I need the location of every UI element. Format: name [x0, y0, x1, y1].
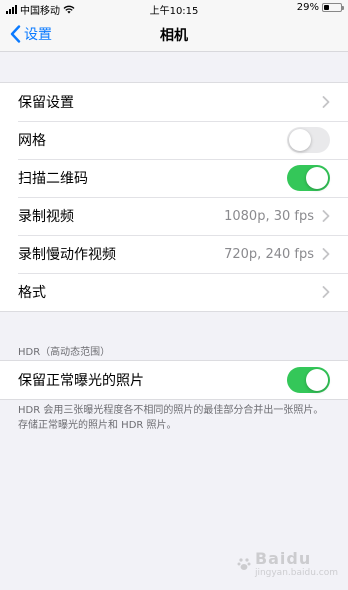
- row-label: 网格: [18, 133, 46, 149]
- row-record-slomo[interactable]: 录制慢动作视频 720p, 240 fps: [0, 235, 348, 273]
- row-label: 录制慢动作视频: [18, 247, 116, 263]
- chevron-right-icon: [322, 96, 330, 108]
- record-slomo-value: 720p, 240 fps: [224, 246, 314, 262]
- status-bar: 中国移动 上午10:15 29%: [0, 0, 348, 17]
- chevron-right-icon: [322, 286, 330, 298]
- row-label: 保留设置: [18, 95, 74, 111]
- watermark: Baidu jingyan.baidu.com: [237, 549, 338, 578]
- row-keep-normal-photo: 保留正常曝光的照片: [0, 361, 348, 399]
- hdr-group: 保留正常曝光的照片: [0, 360, 348, 400]
- record-video-value: 1080p, 30 fps: [224, 208, 314, 224]
- battery-fill: [324, 5, 329, 10]
- navigation-bar: 设置 相机: [0, 16, 348, 52]
- row-grid: 网格: [0, 121, 348, 159]
- row-scan-qr: 扫描二维码: [0, 159, 348, 197]
- toggle-knob: [306, 369, 328, 391]
- hdr-footer-note: HDR 会用三张曝光程度各不相同的照片的最佳部分合并出一张照片。存储正常曝光的照…: [18, 405, 324, 431]
- status-right: 29%: [296, 2, 344, 13]
- chevron-right-icon: [322, 248, 330, 260]
- row-label: 保留正常曝光的照片: [18, 373, 144, 389]
- battery-icon: [322, 3, 344, 12]
- page-title: 相机: [160, 28, 188, 44]
- row-record-video[interactable]: 录制视频 1080p, 30 fps: [0, 197, 348, 235]
- row-formats[interactable]: 格式: [0, 273, 348, 311]
- chevron-right-icon: [322, 210, 330, 222]
- battery-percent: 29%: [296, 2, 319, 13]
- row-preserve-settings[interactable]: 保留设置: [0, 83, 348, 121]
- camera-settings-group: 保留设置 网格 扫描二维码 录制视频 1080p, 30 fps 录制慢动作视频…: [0, 82, 348, 312]
- row-label: 录制视频: [18, 209, 74, 225]
- paw-icon: [237, 557, 251, 570]
- watermark-brand: Baidu: [254, 549, 312, 568]
- hdr-section-header: HDR（高动态范围）: [18, 347, 111, 358]
- watermark-sub: jingyan.baidu.com: [254, 568, 338, 578]
- toggle-knob: [289, 129, 311, 151]
- toggle-knob: [306, 167, 328, 189]
- grid-toggle[interactable]: [287, 127, 330, 153]
- row-label: 格式: [18, 285, 46, 301]
- keep-normal-photo-toggle[interactable]: [287, 367, 330, 393]
- row-label: 扫描二维码: [18, 171, 88, 187]
- scan-qr-toggle[interactable]: [287, 165, 330, 191]
